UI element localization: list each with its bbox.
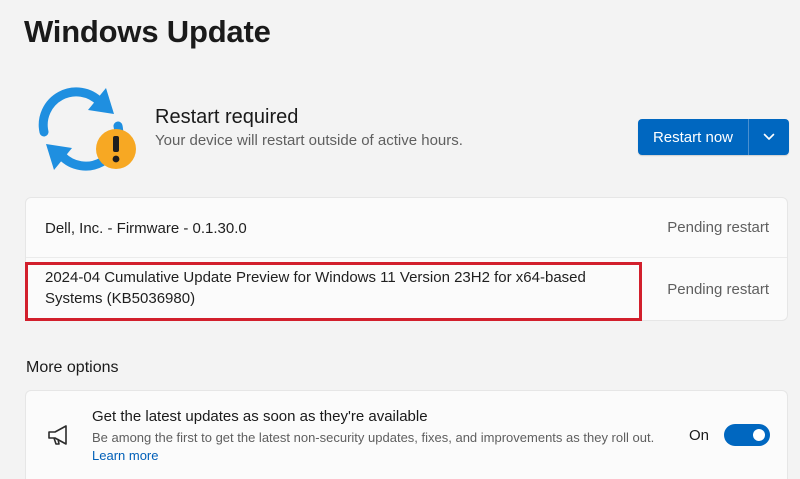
status-subtitle: Your device will restart outside of acti… bbox=[155, 132, 463, 149]
toggle-knob bbox=[753, 429, 765, 441]
toggle-state-label: On bbox=[689, 427, 710, 444]
latest-updates-option: Get the latest updates as soon as they'r… bbox=[25, 390, 788, 479]
update-status: Pending restart bbox=[667, 219, 769, 236]
option-description-text: Be among the first to get the latest non… bbox=[92, 430, 655, 445]
restart-options-dropdown[interactable] bbox=[749, 119, 789, 155]
windows-update-page: Windows Update Restart required Your dev… bbox=[0, 0, 800, 479]
update-row: 2024-04 Cumulative Update Preview for Wi… bbox=[26, 258, 787, 322]
restart-split-button: Restart now bbox=[638, 119, 789, 155]
update-row: Dell, Inc. - Firmware - 0.1.30.0 Pending… bbox=[26, 198, 787, 258]
sync-warning-icon bbox=[38, 87, 136, 171]
more-options-heading: More options bbox=[26, 359, 119, 376]
latest-updates-toggle[interactable] bbox=[724, 424, 770, 446]
megaphone-icon bbox=[48, 425, 67, 445]
pending-updates-list: Dell, Inc. - Firmware - 0.1.30.0 Pending… bbox=[25, 197, 788, 321]
update-status: Pending restart bbox=[667, 281, 769, 298]
option-title: Get the latest updates as soon as they'r… bbox=[92, 408, 428, 425]
learn-more-link[interactable]: Learn more bbox=[92, 448, 158, 463]
page-title: Windows Update bbox=[24, 14, 271, 49]
status-title: Restart required bbox=[155, 106, 299, 128]
chevron-down-icon bbox=[763, 133, 775, 140]
update-name: 2024-04 Cumulative Update Preview for Wi… bbox=[45, 269, 586, 307]
update-name: Dell, Inc. - Firmware - 0.1.30.0 bbox=[45, 220, 247, 237]
option-description: Be among the first to get the latest non… bbox=[92, 429, 662, 465]
restart-now-button[interactable]: Restart now bbox=[638, 119, 749, 155]
